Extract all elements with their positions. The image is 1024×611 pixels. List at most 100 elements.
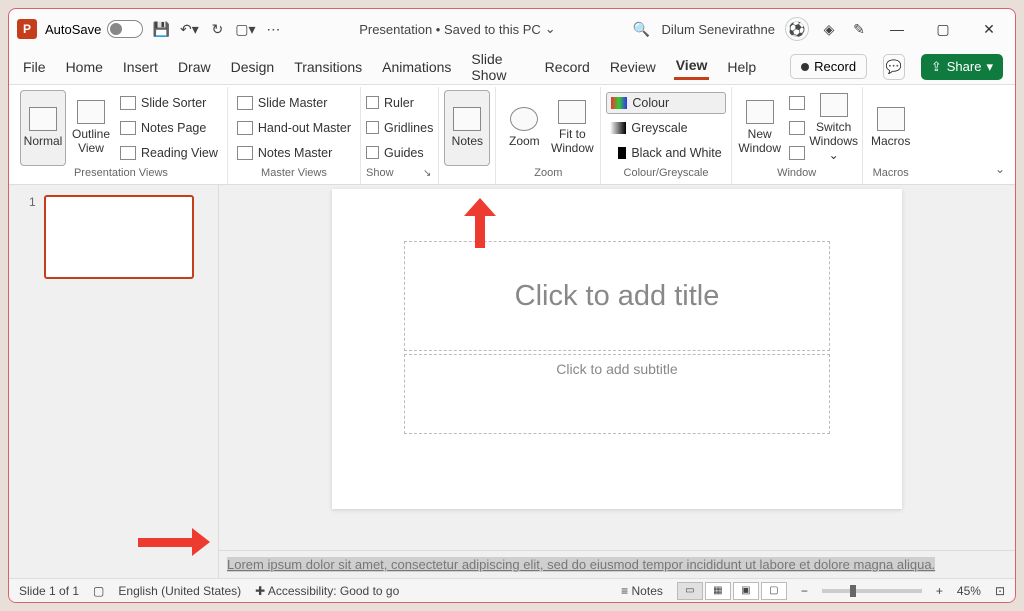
customize-qat-icon[interactable]: ⋯ <box>263 19 283 39</box>
normal-view-button[interactable]: Normal <box>20 90 66 166</box>
save-icon[interactable]: 💾 <box>151 19 171 39</box>
record-button[interactable]: Record <box>790 54 867 79</box>
slide-sorter-label: Slide Sorter <box>141 96 206 110</box>
outline-view-icon <box>77 100 105 124</box>
switch-windows-label: Switch Windows ⌄ <box>809 120 858 162</box>
tab-draw[interactable]: Draw <box>176 55 213 79</box>
reading-view-btn[interactable]: ▣ <box>733 582 759 600</box>
gridlines-checkbox[interactable]: Gridlines <box>366 117 433 139</box>
ribbon: Normal Outline View Slide Sorter Notes P… <box>9 85 1015 185</box>
bw-label: Black and White <box>631 146 721 160</box>
redo-icon[interactable]: ↻ <box>207 19 227 39</box>
slide-counter[interactable]: Slide 1 of 1 <box>19 584 79 598</box>
greyscale-button[interactable]: Greyscale <box>606 117 725 139</box>
ribbon-tabs: File Home Insert Draw Design Transitions… <box>9 49 1015 85</box>
tab-help[interactable]: Help <box>725 55 758 79</box>
zoom-out-button[interactable]: − <box>801 584 808 598</box>
notes-toggle[interactable]: ≡ Notes <box>621 584 663 598</box>
user-avatar-icon[interactable]: ⚽ <box>785 17 809 41</box>
tab-file[interactable]: File <box>21 55 48 79</box>
tab-insert[interactable]: Insert <box>121 55 160 79</box>
black-white-button[interactable]: Black and White <box>606 142 725 164</box>
accessibility-status[interactable]: ✚ Accessibility: Good to go <box>255 584 399 598</box>
titlebar: P AutoSave 💾 ↶▾ ↻ ▢▾ ⋯ Presentation • Sa… <box>9 9 1015 49</box>
slide-canvas[interactable]: Click to add title Click to add subtitle <box>332 189 902 509</box>
tab-home[interactable]: Home <box>64 55 105 79</box>
comments-button[interactable]: 💬 <box>883 54 905 80</box>
macros-button[interactable]: Macros <box>868 90 914 166</box>
reading-view-label: Reading View <box>141 146 218 160</box>
split-button[interactable] <box>785 142 809 164</box>
slide-sorter-button[interactable]: Slide Sorter <box>116 92 222 114</box>
colour-icon <box>611 97 627 109</box>
subtitle-placeholder[interactable]: Click to add subtitle <box>404 354 830 434</box>
powerpoint-icon: P <box>17 19 37 39</box>
toggle-off-icon[interactable] <box>107 20 143 38</box>
spellcheck-icon[interactable]: ▢ <box>93 584 104 598</box>
ruler-checkbox[interactable]: Ruler <box>366 92 433 114</box>
dialog-launcher-icon[interactable]: ↘ <box>423 168 431 179</box>
notes-page-button[interactable]: Notes Page <box>116 117 222 139</box>
notes-pane[interactable]: Lorem ipsum dolor sit amet, consectetur … <box>219 550 1015 578</box>
zoom-button[interactable]: Zoom <box>501 90 547 166</box>
share-button[interactable]: ⇪Share▾ <box>921 54 1003 80</box>
zoom-handle-icon[interactable] <box>850 585 856 597</box>
colour-button[interactable]: Colour <box>606 92 725 114</box>
notes-master-button[interactable]: Notes Master <box>233 142 355 164</box>
tab-review[interactable]: Review <box>608 55 658 79</box>
normal-view-btn[interactable]: ▭ <box>677 582 703 600</box>
new-window-button[interactable]: New Window <box>737 90 783 166</box>
pen-icon[interactable]: ✎ <box>849 19 869 39</box>
tab-design[interactable]: Design <box>229 55 277 79</box>
notes-text[interactable]: Lorem ipsum dolor sit amet, consectetur … <box>227 557 935 572</box>
present-icon[interactable]: ▢▾ <box>235 19 255 39</box>
handout-master-icon <box>237 121 253 135</box>
zoom-in-button[interactable]: + <box>936 584 943 598</box>
handout-master-button[interactable]: Hand-out Master <box>233 117 355 139</box>
guides-label: Guides <box>384 146 424 160</box>
arrange-all-button[interactable] <box>785 92 809 114</box>
tab-animations[interactable]: Animations <box>380 55 453 79</box>
guides-checkbox[interactable]: Guides <box>366 142 433 164</box>
language-status[interactable]: English (United States) <box>118 584 241 598</box>
slideshow-view-btn[interactable]: ▢ <box>761 582 787 600</box>
autosave-toggle[interactable]: AutoSave <box>45 20 143 38</box>
tab-slideshow[interactable]: Slide Show <box>469 47 526 87</box>
search-icon[interactable]: 🔍 <box>632 19 652 39</box>
minimize-button[interactable]: — <box>879 11 915 47</box>
canvas-scroll[interactable]: Click to add title Click to add subtitle <box>219 185 1015 550</box>
fit-to-window-button[interactable]: Fit to Window <box>549 90 595 166</box>
split-icon <box>789 146 805 160</box>
slide-master-button[interactable]: Slide Master <box>233 92 355 114</box>
switch-windows-button[interactable]: Switch Windows ⌄ <box>811 90 857 166</box>
fit-slide-button[interactable]: ⊡ <box>995 584 1005 598</box>
zoom-level[interactable]: 45% <box>957 584 981 598</box>
notes-page-label: Notes Page <box>141 121 206 135</box>
slide-thumbnail[interactable] <box>44 195 194 279</box>
sorter-view-btn[interactable]: ▦ <box>705 582 731 600</box>
notes-button[interactable]: Notes <box>444 90 490 166</box>
tab-view[interactable]: View <box>674 53 710 80</box>
thumbnail-row[interactable]: 1 <box>29 195 218 279</box>
undo-icon[interactable]: ↶▾ <box>179 19 199 39</box>
outline-view-button[interactable]: Outline View <box>68 90 114 166</box>
reading-view-button[interactable]: Reading View <box>116 142 222 164</box>
diamond-icon[interactable]: ◈ <box>819 19 839 39</box>
tab-transitions[interactable]: Transitions <box>292 55 364 79</box>
notes-master-label: Notes Master <box>258 146 332 160</box>
collapse-ribbon-icon[interactable]: ⌄ <box>995 162 1005 176</box>
fit-window-label: Fit to Window <box>549 127 595 155</box>
group-window: New Window Switch Windows ⌄ Window <box>732 87 863 184</box>
chevron-down-icon[interactable]: ⌄ <box>545 21 556 37</box>
close-button[interactable]: ✕ <box>971 11 1007 47</box>
group-macros: Macros Macros <box>863 87 919 184</box>
maximize-button[interactable]: ▢ <box>925 11 961 47</box>
cascade-button[interactable] <box>785 117 809 139</box>
zoom-slider[interactable] <box>822 589 922 593</box>
zoom-icon <box>510 107 538 131</box>
share-icon: ⇪ <box>931 59 942 75</box>
title-placeholder[interactable]: Click to add title <box>404 241 830 351</box>
tab-record[interactable]: Record <box>543 55 592 79</box>
accessibility-label: Accessibility: Good to go <box>268 584 399 598</box>
group-label: Colour/Greyscale <box>606 166 725 182</box>
